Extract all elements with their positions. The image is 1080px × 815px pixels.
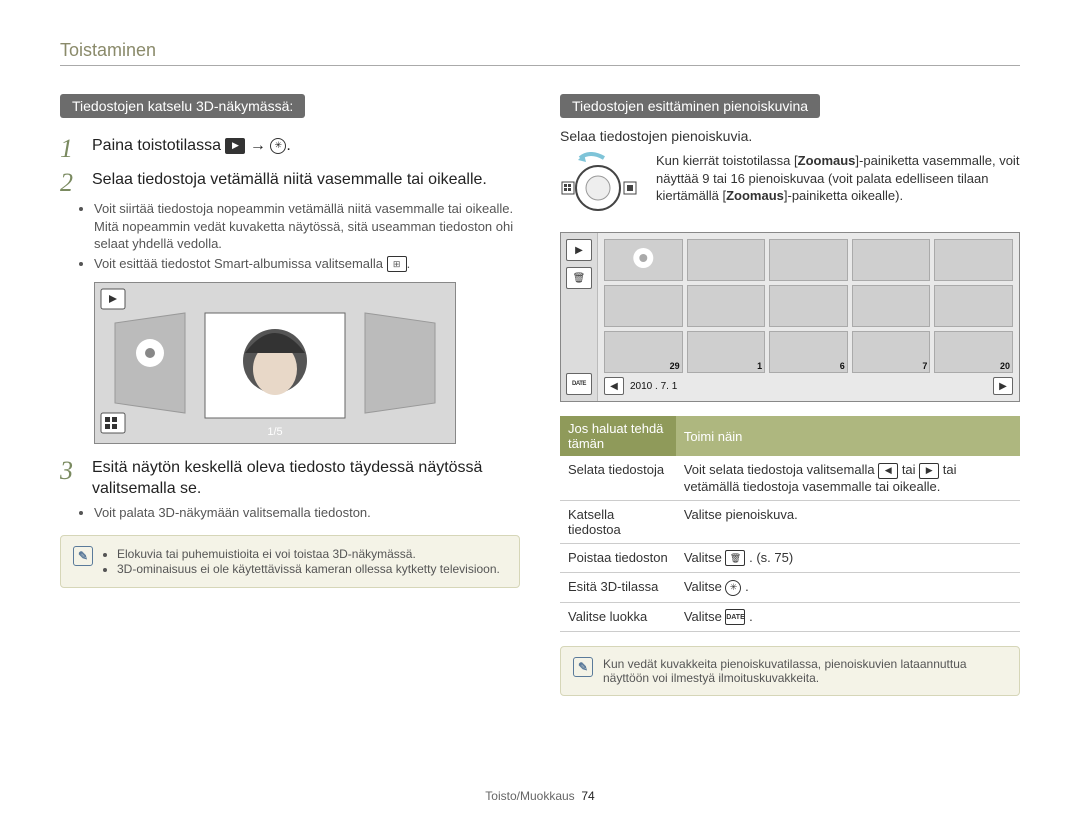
next-icon: ▶ [993, 377, 1013, 395]
illustration-3d-view: 1/5 [94, 282, 456, 444]
subheading-thumbnails: Tiedostojen esittäminen pienoiskuvina [560, 94, 820, 118]
table-row: Esitä 3D-tilassa Valitse ✳ . [560, 573, 1020, 603]
table-row: Poistaa tiedoston Valitse 🗑 . (s. 75) [560, 543, 1020, 573]
table-row: Selata tiedostoja Voit selata tiedostoja… [560, 456, 1020, 500]
playmode-icon: ▶ [225, 138, 245, 154]
subheading-3d-view: Tiedostojen katselu 3D-näkymässä: [60, 94, 305, 118]
how-cat-post: . [749, 609, 753, 624]
note-right-text: Kun vedät kuvakkeita pienoiskuvatilassa,… [603, 657, 1007, 685]
right-column: Tiedostojen esittäminen pienoiskuvina Se… [560, 94, 1020, 696]
step-2-bullet-2: Voit esittää tiedostot Smart-albumissa v… [94, 256, 387, 271]
trash-icon: 🗑 [566, 267, 592, 289]
thumbnails-sub: Selaa tiedostojen pienoiskuvia. [560, 128, 1020, 144]
thumb-cell [769, 285, 848, 327]
step-2: 2 Selaa tiedostoja vetämällä niitä vasem… [60, 170, 520, 196]
note-left-2: 3D-ominaisuus ei ole käytettävissä kamer… [117, 562, 500, 576]
thumb-cell: 20 [934, 331, 1013, 373]
grid-icon: ⊞ [387, 256, 407, 272]
right-arrow-icon: ▶ [919, 463, 939, 479]
date-small-icon: DATE [725, 609, 745, 625]
thumb-cell [852, 285, 931, 327]
zoom-word-1: Zoomaus [798, 153, 856, 168]
note-icon: ✎ [73, 546, 93, 566]
thumb-cell [934, 285, 1013, 327]
how-view: Valitse pienoiskuva. [676, 500, 1020, 543]
actions-table: Jos haluat tehdä tämän Toimi näin Selata… [560, 416, 1020, 632]
footer-section: Toisto/Muokkaus [485, 789, 574, 803]
step-2-bullet-1: Voit siirtää tiedostoja nopeammin vetämä… [94, 200, 520, 253]
play-icon: ▶ [566, 239, 592, 261]
task-view: Katsella tiedostoa [560, 500, 676, 543]
date-icon: DATE [566, 373, 592, 395]
step-1-arrow: → [250, 137, 270, 154]
prev-icon: ◀ [604, 377, 624, 395]
zoom-text-1: Kun kierrät toistotilassa [ [656, 153, 798, 168]
sparkle-icon: ✳ [270, 138, 286, 154]
step-1: 1 Paina toistotilassa ▶ → ✳. [60, 136, 520, 162]
table-head-task: Jos haluat tehdä tämän [560, 416, 676, 456]
table-row: Katsella tiedostoa Valitse pienoiskuva. [560, 500, 1020, 543]
task-category: Valitse luokka [560, 602, 676, 632]
step-3-bullet: Voit palata 3D-näkymään valitsemalla tie… [94, 504, 520, 522]
thumb-cell: 7 [852, 331, 931, 373]
zoom-text-3: ]-painiketta oikealle). [784, 188, 903, 203]
task-3d: Esitä 3D-tilassa [560, 573, 676, 603]
task-delete: Poistaa tiedoston [560, 543, 676, 573]
step-3-text: Esitä näytön keskellä oleva tiedosto täy… [92, 458, 520, 500]
note-left-1: Elokuvia tai puhemuistioita ei voi toist… [117, 547, 500, 561]
step-1-text-pre: Paina toistotilassa [92, 137, 221, 154]
how-delete-post: . (s. 75) [749, 550, 793, 565]
footer-page: 74 [581, 789, 594, 803]
thumb-cell [604, 285, 683, 327]
zoom-dial-icon [560, 152, 646, 218]
zoom-word-2: Zoomaus [726, 188, 784, 203]
step-3-bullets: Voit palata 3D-näkymään valitsemalla tie… [94, 504, 520, 522]
sparkle-small-icon: ✳ [725, 580, 741, 596]
thumb-cell [852, 239, 931, 281]
thumbnail-screenshot: ▶ 🗑 DATE [560, 232, 1020, 402]
section-header: Toistaminen [60, 40, 1020, 66]
page-footer: Toisto/Muokkaus 74 [0, 789, 1080, 803]
how-delete-pre: Valitse [684, 550, 726, 565]
how-cat-pre: Valitse [684, 609, 726, 624]
thumb-cell [769, 239, 848, 281]
how-browse-pre: Voit selata tiedostoja valitsemalla [684, 462, 878, 477]
note-box-left: ✎ Elokuvia tai puhemuistioita ei voi toi… [60, 535, 520, 588]
step-3-number: 3 [60, 458, 82, 484]
left-arrow-icon: ◀ [878, 463, 898, 479]
step-1-number: 1 [60, 136, 82, 162]
zoom-instructions: Kun kierrät toistotilassa [Zoomaus]-pain… [560, 152, 1020, 218]
note-box-right: ✎ Kun vedät kuvakkeita pienoiskuvatilass… [560, 646, 1020, 696]
step-3: 3 Esitä näytön keskellä oleva tiedosto t… [60, 458, 520, 500]
trash-small-icon: 🗑 [725, 550, 745, 566]
step-2-bullets: Voit siirtää tiedostoja nopeammin vetämä… [94, 200, 520, 272]
thumb-cell: 29 [604, 331, 683, 373]
thumb-cell: 6 [769, 331, 848, 373]
step-2-number: 2 [60, 170, 82, 196]
left-column: Tiedostojen katselu 3D-näkymässä: 1 Pain… [60, 94, 520, 696]
thumb-cell [604, 239, 683, 281]
step-2-text: Selaa tiedostoja vetämällä niitä vasemma… [92, 170, 487, 191]
thumb-cell [687, 285, 766, 327]
thumb-cell [934, 239, 1013, 281]
note-icon: ✎ [573, 657, 593, 677]
table-row: Valitse luokka Valitse DATE . [560, 602, 1020, 632]
how-3d-pre: Valitse [684, 579, 726, 594]
thumbnail-date: 2010 . 7. 1 [630, 381, 677, 392]
thumbnail-grid: 29 1 6 7 20 [604, 239, 1013, 373]
how-3d-post: . [745, 579, 749, 594]
illustration-counter: 1/5 [267, 426, 282, 438]
thumb-cell: 1 [687, 331, 766, 373]
task-browse: Selata tiedostoja [560, 456, 676, 500]
thumb-cell [687, 239, 766, 281]
table-head-how: Toimi näin [676, 416, 1020, 456]
